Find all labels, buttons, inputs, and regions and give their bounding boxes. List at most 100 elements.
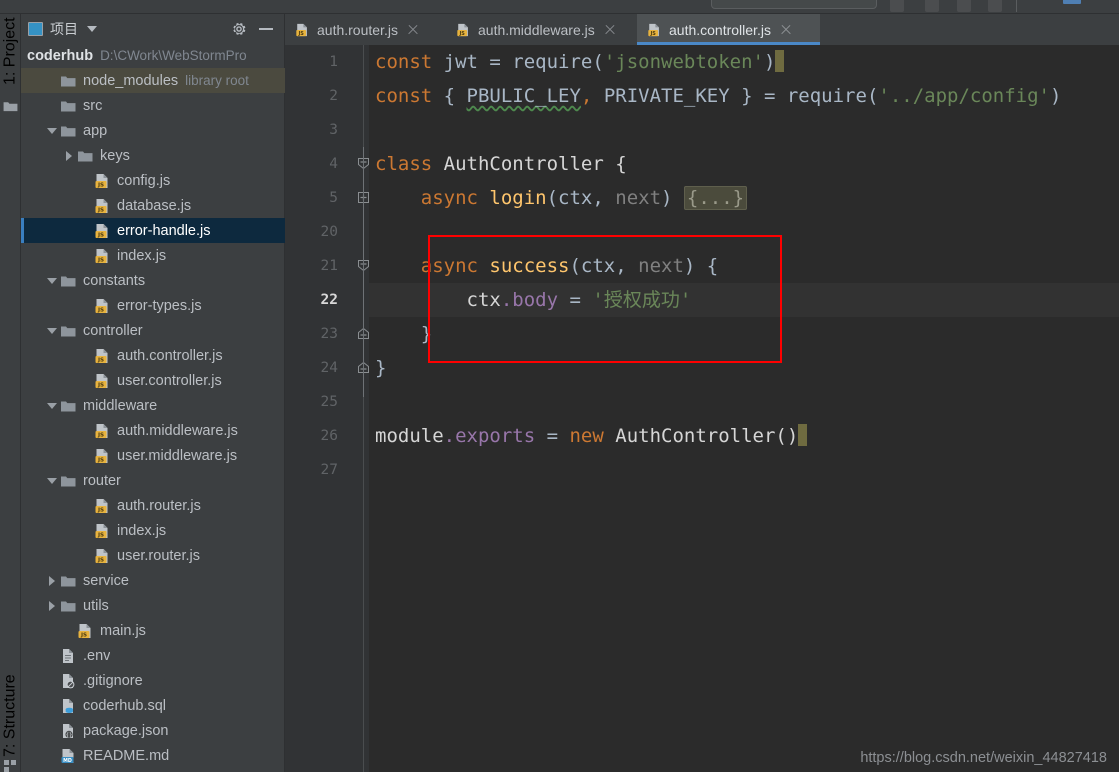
tree-row[interactable]: middleware	[21, 393, 285, 418]
tree-twisty-collapsed[interactable]	[44, 573, 60, 589]
js-icon: JS	[296, 23, 307, 36]
folded-region[interactable]: {...}	[683, 186, 748, 210]
tree-row[interactable]: JS user.middleware.js	[21, 443, 285, 468]
tree-row[interactable]: JS user.controller.js	[21, 368, 285, 393]
folder-icon	[61, 576, 76, 586]
tree-twisty-expanded[interactable]	[44, 123, 60, 139]
search-everywhere-icon[interactable]	[1063, 0, 1081, 4]
tool-window-button-project[interactable]: 1: Project	[0, 14, 21, 88]
token-keyword: async	[420, 255, 478, 277]
editor-gutter[interactable]: 1 2 3 4 5 20 21 22 23 24 25 26 27	[285, 45, 369, 772]
tree-row-label: error-types.js	[117, 297, 202, 314]
webstorm-window: 1: Project 7: Structure 项目 coderhub D:\CW…	[0, 0, 1119, 772]
close-icon[interactable]	[406, 23, 419, 36]
editor-tab-bar[interactable]: JS auth.router.js JS auth.middleware.js JS au…	[285, 14, 1119, 45]
tree-row[interactable]: JS auth.middleware.js	[21, 418, 285, 443]
tree-row[interactable]: JS index.js	[21, 243, 285, 268]
folder-icon	[61, 126, 76, 136]
tree-row[interactable]: {} package.json	[21, 718, 285, 743]
tree-row[interactable]: app	[21, 118, 285, 143]
tree-row[interactable]: src	[21, 93, 285, 118]
editor-code-area[interactable]: const jwt = require('jsonwebtoken') cons…	[369, 45, 1119, 772]
tree-twisty-expanded[interactable]	[44, 473, 60, 489]
tree-row[interactable]: utils	[21, 593, 285, 618]
close-icon[interactable]	[779, 23, 792, 36]
toolbar-search-field[interactable]	[711, 0, 877, 9]
tree-twisty-none	[78, 448, 94, 464]
tree-row-label: README.md	[83, 747, 170, 764]
tree-row[interactable]: JS error-types.js	[21, 293, 285, 318]
tree-row[interactable]: controller	[21, 318, 285, 343]
line-number: 1	[329, 54, 338, 70]
tree-twisty-collapsed[interactable]	[61, 148, 77, 164]
tree-row[interactable]: service	[21, 568, 285, 593]
tree-row-label: error-handle.js	[117, 222, 211, 239]
editor-tab[interactable]: JS auth.router.js	[285, 14, 446, 45]
minimize-icon[interactable]	[259, 27, 273, 30]
tree-row[interactable]: JS main.js	[21, 618, 285, 643]
gear-icon[interactable]	[231, 21, 247, 37]
tree-row[interactable]: router	[21, 468, 285, 493]
tree-row[interactable]: JS database.js	[21, 193, 285, 218]
tree-row[interactable]: .env	[21, 643, 285, 668]
code-editor[interactable]: 1 2 3 4 5 20 21 22 23 24 25 26 27 const jwt = requir…	[285, 45, 1119, 772]
tree-row[interactable]: .gitignore	[21, 668, 285, 693]
project-root-row[interactable]: coderhub D:\CWork\WebStormPro	[21, 43, 285, 68]
tree-twisty-expanded[interactable]	[44, 323, 60, 339]
tree-twisty-collapsed[interactable]	[44, 598, 60, 614]
line-number: 2	[329, 88, 338, 104]
debug-icon[interactable]	[925, 0, 939, 12]
tree-row[interactable]: constants	[21, 268, 285, 293]
close-icon[interactable]	[603, 23, 616, 36]
svg-text:JS: JS	[649, 30, 656, 36]
gitignore-icon	[63, 673, 75, 688]
line-number: 27	[320, 462, 338, 478]
folder-icon	[61, 276, 76, 286]
tree-row-label: auth.middleware.js	[117, 422, 238, 439]
tree-twisty-none	[78, 198, 94, 214]
file-icon	[63, 648, 73, 663]
tree-row[interactable]: JS error-handle.js	[21, 218, 285, 243]
tree-row-sublabel: library root	[185, 73, 249, 88]
svg-text:JS: JS	[97, 557, 104, 563]
tool-window-button-structure[interactable]: 7: Structure	[0, 670, 21, 762]
tree-twisty-none	[78, 348, 94, 364]
svg-text:JS: JS	[97, 457, 104, 463]
editor-tab[interactable]: JS auth.middleware.js	[446, 14, 637, 45]
folder-icon	[61, 476, 76, 486]
code-line-23: }	[369, 317, 1119, 351]
token-params: (ctx,	[569, 255, 639, 277]
tree-row[interactable]: MD README.md	[21, 743, 285, 768]
tree-row[interactable]: JS index.js	[21, 518, 285, 543]
js-icon: JS	[295, 22, 310, 38]
tree-row[interactable]: coderhub.sql	[21, 693, 285, 718]
token-require: require	[512, 51, 593, 73]
run-icon[interactable]	[890, 0, 904, 12]
svg-text:JS: JS	[97, 382, 104, 388]
token-text: jwt =	[432, 51, 513, 73]
chevron-down-icon[interactable]	[87, 25, 97, 32]
tool-window-button-structure-label: 7: Structure	[1, 674, 19, 758]
tree-twisty-none	[44, 73, 60, 89]
js-icon: JS	[95, 198, 108, 213]
editor-tab[interactable]: JS auth.controller.js	[637, 14, 820, 45]
coverage-icon[interactable]	[957, 0, 971, 12]
tree-row-label: .env	[83, 647, 111, 664]
tree-row[interactable]: JS auth.router.js	[21, 493, 285, 518]
tree-row[interactable]: JS user.router.js	[21, 543, 285, 568]
code-line-24: }	[369, 351, 1119, 385]
tree-twisty-expanded[interactable]	[44, 398, 60, 414]
tree-row[interactable]: keys	[21, 143, 285, 168]
js-icon: JS	[647, 22, 662, 38]
sql-icon	[63, 698, 73, 713]
tree-row[interactable]: JS config.js	[21, 168, 285, 193]
tree-twisty-expanded[interactable]	[44, 273, 60, 289]
stop-icon[interactable]	[988, 0, 1002, 12]
svg-text:JS: JS	[297, 30, 304, 36]
svg-text:JS: JS	[97, 257, 104, 263]
project-file-tree[interactable]: coderhub D:\CWork\WebStormPro node_modules…	[21, 43, 285, 772]
token-keyword: async	[420, 187, 478, 209]
tree-row[interactable]: node_modules library root	[21, 68, 285, 93]
tree-row-label: middleware	[83, 397, 158, 414]
tree-row[interactable]: JS auth.controller.js	[21, 343, 285, 368]
